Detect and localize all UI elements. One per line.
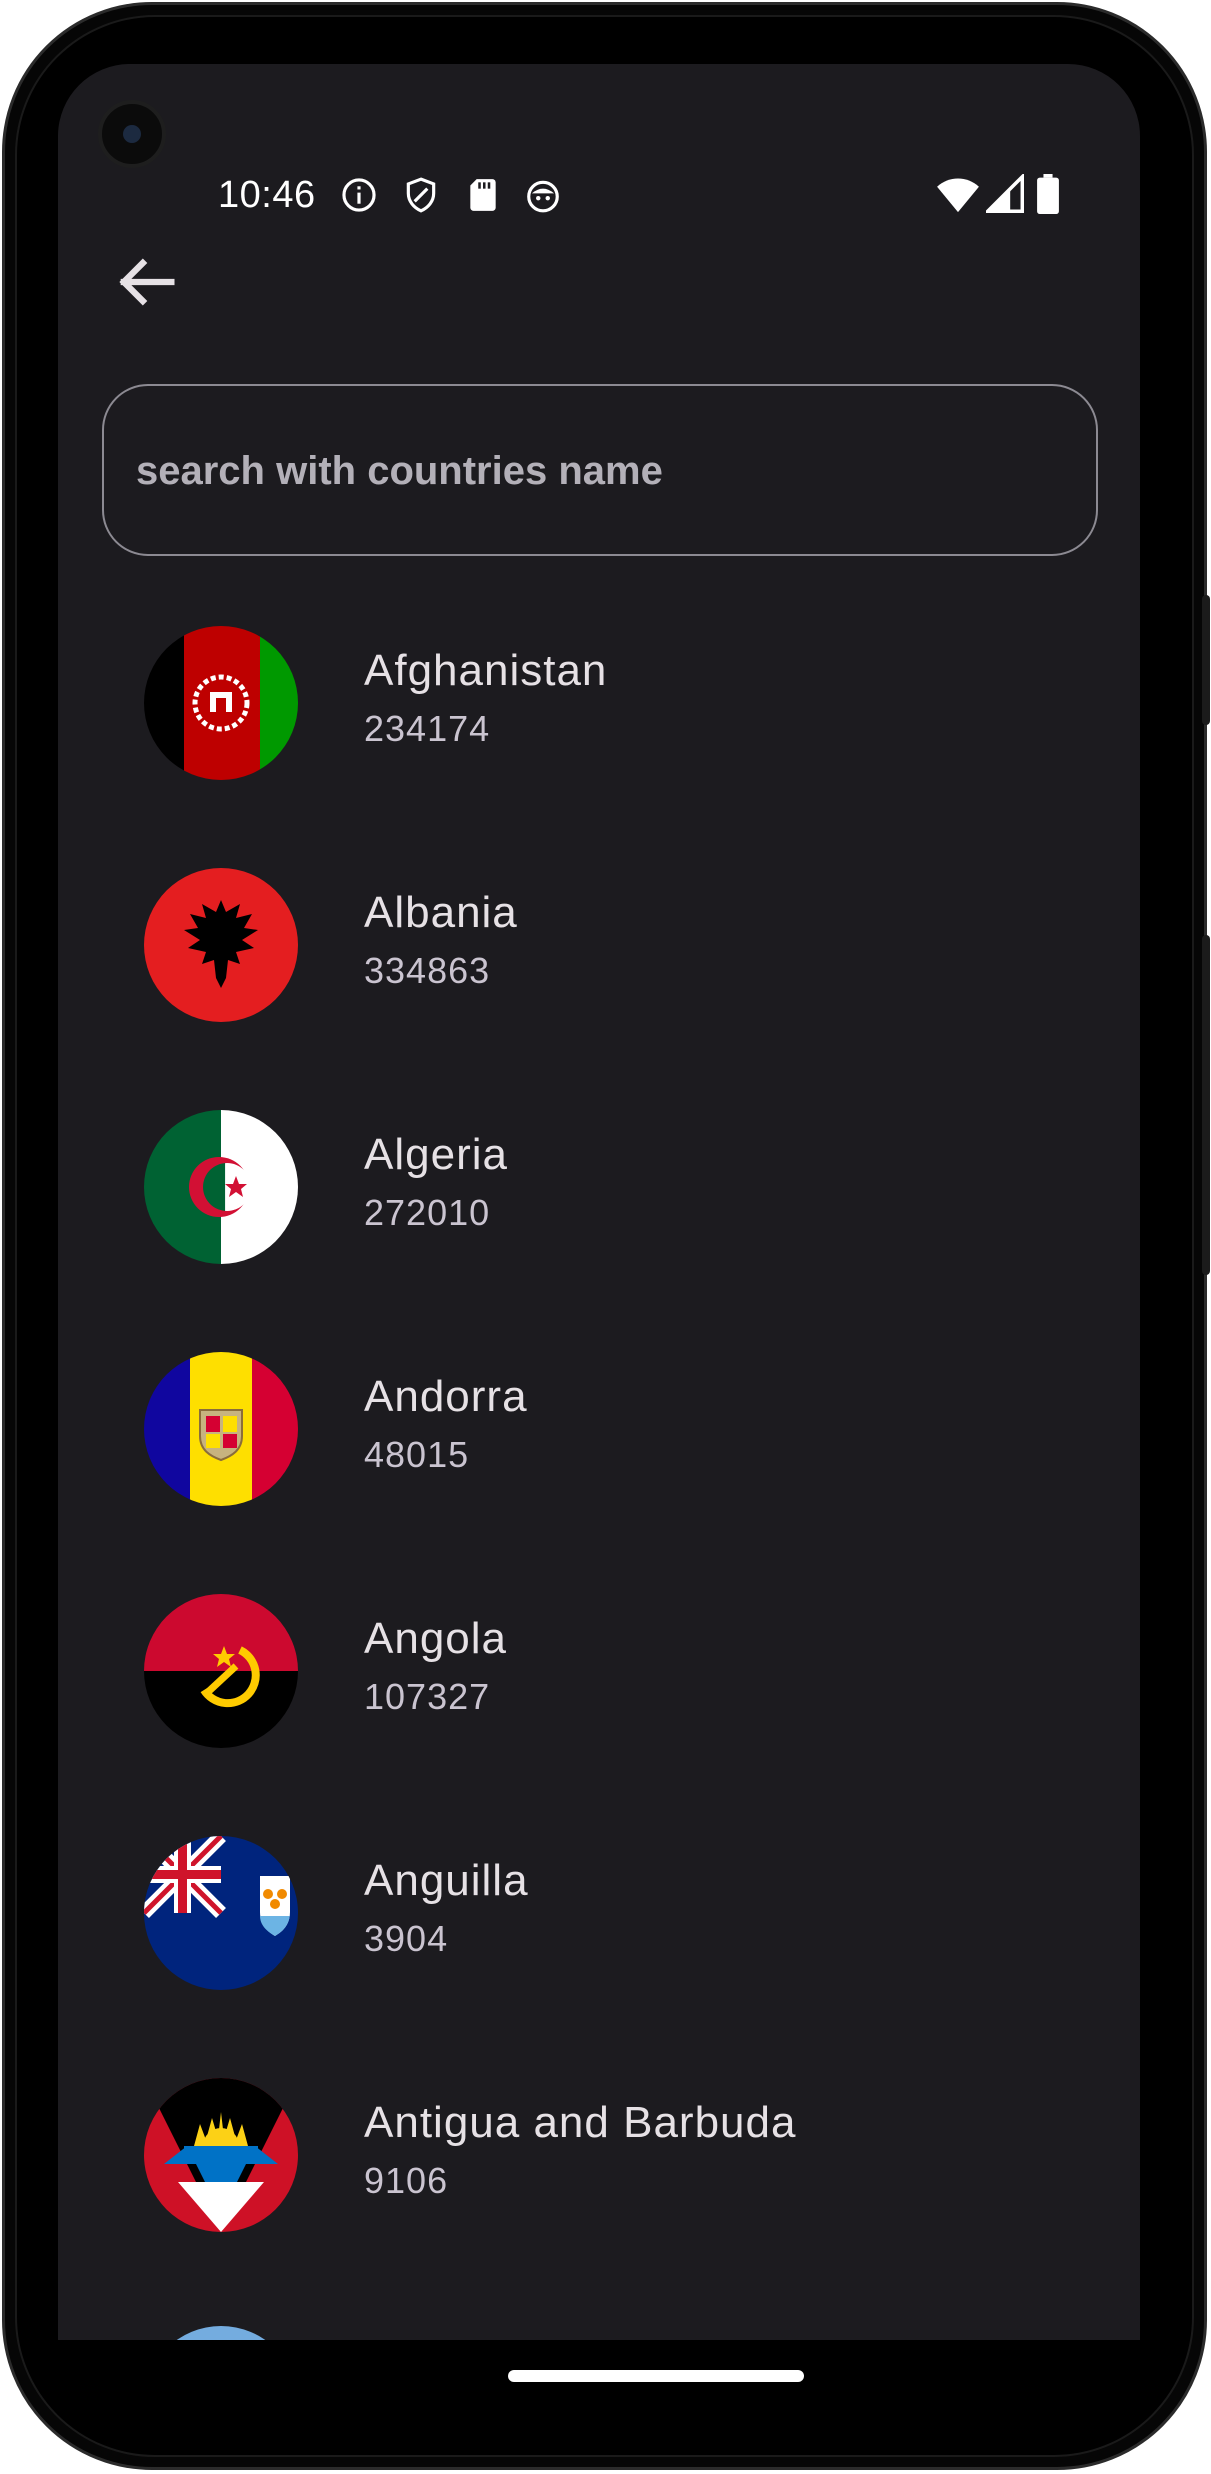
- battery-icon: [1037, 174, 1059, 214]
- country-name: Afghanistan: [364, 646, 608, 695]
- list-item-algeria[interactable]: Algeria 272010: [58, 1110, 1140, 1350]
- app-screen: 10:46 search with countries name Afghani…: [58, 64, 1140, 2340]
- home-gesture-handle[interactable]: [508, 2370, 804, 2382]
- arrow-back-icon[interactable]: [108, 244, 184, 320]
- angola-flag-icon: [144, 1594, 298, 1748]
- info-icon: [342, 178, 376, 212]
- power-button: [1202, 595, 1210, 725]
- country-name: Albania: [364, 888, 518, 937]
- status-time: 10:46: [218, 174, 316, 216]
- country-name: Anguilla: [364, 1856, 529, 1905]
- algeria-flag-icon: [144, 1110, 298, 1264]
- list-item-anguilla[interactable]: Anguilla 3904: [58, 1836, 1140, 2076]
- country-value: 48015: [364, 1434, 470, 1475]
- albania-flag-icon: [144, 868, 298, 1022]
- next-flag-partial: [144, 2326, 298, 2340]
- search-field[interactable]: [102, 384, 1098, 556]
- status-bar: 10:46: [58, 64, 1140, 216]
- afghanistan-flag-icon: [144, 626, 298, 780]
- list-item-albania[interactable]: Albania 334863: [58, 868, 1140, 1108]
- country-value: 334863: [364, 950, 491, 991]
- search-input[interactable]: [134, 386, 1068, 556]
- country-name: Andorra: [364, 1372, 528, 1421]
- android-icon: [527, 180, 559, 213]
- country-value: 107327: [364, 1676, 491, 1717]
- andorra-flag-icon: [144, 1352, 298, 1506]
- country-value: 234174: [364, 708, 491, 749]
- anguilla-flag-icon: [144, 1836, 298, 1990]
- signal-icon: [986, 174, 1024, 213]
- shield-icon: [406, 177, 436, 213]
- navigation-bar: [58, 2340, 1140, 2392]
- camera-cutout: [98, 100, 166, 168]
- list-item-andorra[interactable]: Andorra 48015: [58, 1352, 1140, 1592]
- list-item-antigua-and-barbuda[interactable]: Antigua and Barbuda 9106: [58, 2078, 1140, 2318]
- country-name: Angola: [364, 1614, 508, 1663]
- country-name: Algeria: [364, 1130, 508, 1179]
- volume-button: [1202, 935, 1210, 1275]
- antigua-flag-icon: [144, 2078, 298, 2232]
- list-item-angola[interactable]: Angola 107327: [58, 1594, 1140, 1834]
- country-name: Antigua and Barbuda: [364, 2098, 797, 2147]
- wifi-icon: [937, 178, 979, 213]
- list-item-afghanistan[interactable]: Afghanistan 234174: [58, 626, 1140, 866]
- country-value: 9106: [364, 2160, 449, 2201]
- sd-card-icon: [470, 179, 496, 211]
- country-value: 3904: [364, 1918, 449, 1959]
- country-value: 272010: [364, 1192, 491, 1233]
